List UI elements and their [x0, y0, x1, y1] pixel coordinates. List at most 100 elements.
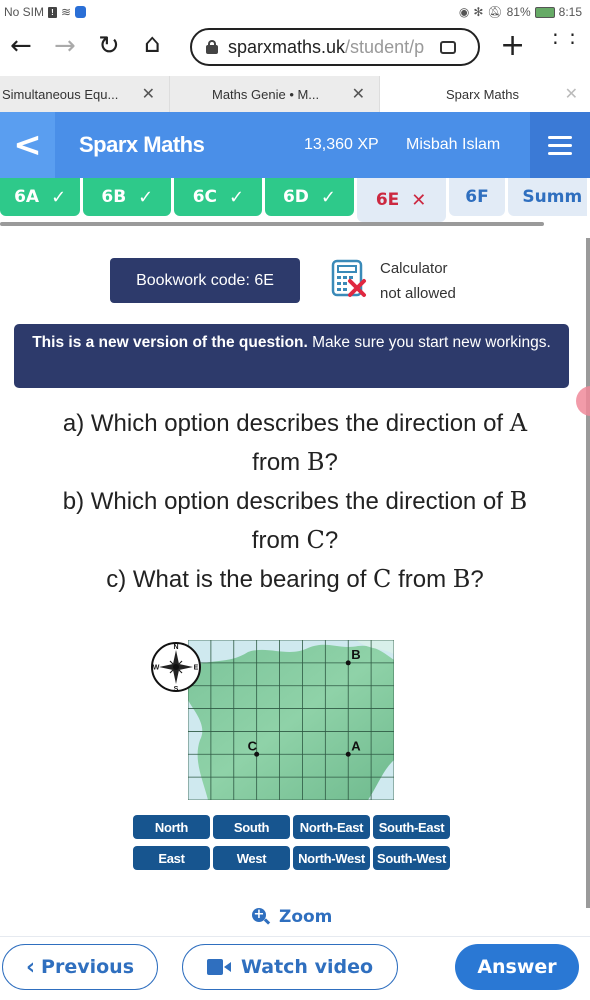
- variable: C: [306, 526, 325, 554]
- tab-label: Summ: [522, 187, 583, 207]
- check-icon: ✓: [320, 186, 337, 208]
- hd-icon: [75, 6, 87, 18]
- option-south-west[interactable]: South-West: [373, 846, 450, 870]
- browser-tab-strip: Simultaneous Equ... ✕ Maths Genie • M...…: [0, 76, 590, 112]
- close-tab-icon[interactable]: ✕: [142, 84, 155, 104]
- tab-switcher-icon[interactable]: [440, 41, 456, 54]
- browser-tab-label: Sparx Maths: [446, 86, 519, 102]
- new-tab-icon[interactable]: +: [500, 28, 525, 63]
- compass-s: S: [174, 686, 179, 693]
- variable: B: [452, 565, 471, 593]
- status-bar: No SIM ! ≋ ◉ ✻ 🔕︎ 81% 8:15: [0, 0, 590, 24]
- map-point-label-a: A: [351, 738, 361, 753]
- question-part-b: b) Which option describes the direction …: [0, 482, 590, 521]
- map-point-a: [345, 751, 351, 757]
- map-point-label-b: B: [351, 647, 360, 662]
- mute-icon: 🔕︎: [487, 5, 503, 19]
- map-point-label-c: C: [248, 738, 258, 753]
- option-south-east[interactable]: South-East: [373, 815, 450, 839]
- notice-bold-text: This is a new version of the question.: [32, 334, 308, 351]
- tab-label: 6E: [375, 190, 400, 210]
- tab-6d[interactable]: 6D ✓: [265, 178, 354, 216]
- variable: B: [509, 487, 528, 515]
- url-path: /student/p: [345, 36, 425, 57]
- previous-label: Previous: [41, 956, 135, 978]
- tab-6a[interactable]: 6A ✓: [0, 178, 81, 216]
- forward-arrow-icon[interactable]: →: [54, 31, 76, 61]
- compass-e: E: [194, 665, 199, 672]
- tab-label: 6B: [101, 187, 127, 207]
- tab-6f[interactable]: 6F: [448, 178, 506, 216]
- option-north-west[interactable]: North-West: [293, 846, 370, 870]
- zoom-in-icon: +: [252, 908, 270, 926]
- question-text-segment: from: [252, 449, 307, 476]
- calculator-allowed-status: not allowed: [380, 285, 456, 302]
- calculator-not-allowed-icon: [331, 259, 366, 297]
- sim-alert-icon: !: [48, 6, 58, 18]
- wifi-icon: ≋: [61, 5, 72, 19]
- footer-divider: [0, 936, 590, 937]
- compass-n: N: [173, 644, 178, 651]
- compass-rose-icon: N S W E: [151, 642, 201, 693]
- question-text-segment: from: [251, 527, 307, 554]
- notice-text: Make sure you start new workings.: [307, 334, 551, 351]
- tab-label: 6D: [282, 187, 309, 207]
- address-bar[interactable]: sparxmaths.uk/student/p: [190, 28, 480, 66]
- calculator-status: Calculator not allowed: [380, 256, 456, 306]
- home-icon[interactable]: ⌂: [144, 29, 161, 59]
- close-tab-icon[interactable]: ✕: [565, 84, 578, 104]
- hamburger-menu-button[interactable]: [530, 112, 590, 178]
- tab-6e[interactable]: 6E ✕: [356, 178, 446, 222]
- watch-video-label: Watch video: [240, 956, 374, 978]
- more-menu-icon[interactable]: : :: [552, 27, 578, 47]
- variable: A: [509, 409, 528, 437]
- tab-6c[interactable]: 6C ✓: [174, 178, 263, 216]
- xp-counter: 13,360 XP: [304, 136, 379, 153]
- question-part-a: a) Which option describes the direction …: [0, 404, 590, 443]
- map-point-b: [345, 660, 351, 666]
- back-arrow-icon[interactable]: ←: [10, 31, 32, 61]
- question-text-segment: from: [391, 566, 453, 593]
- variable: B: [306, 448, 325, 476]
- video-camera-icon: [206, 959, 231, 975]
- browser-tab-active[interactable]: Sparx Maths ✕: [380, 76, 590, 112]
- question-text-segment: ?: [324, 527, 339, 554]
- carrier-text: No SIM: [4, 5, 45, 19]
- variable: C: [373, 565, 392, 593]
- answer-button[interactable]: Answer: [455, 944, 579, 990]
- reload-icon[interactable]: ↻: [98, 31, 120, 61]
- option-east[interactable]: East: [133, 846, 210, 870]
- browser-tab[interactable]: Simultaneous Equ... ✕: [0, 76, 170, 112]
- tab-label: 6C: [192, 187, 218, 207]
- watch-video-button[interactable]: Watch video: [182, 944, 398, 990]
- browser-tab-label: Maths Genie • M...: [212, 86, 320, 102]
- chevron-left-icon: <: [13, 125, 42, 165]
- grid-map: B C A: [188, 640, 394, 800]
- option-north[interactable]: North: [133, 815, 210, 839]
- browser-toolbar: ← → ↻ ⌂ sparxmaths.uk/student/p + : :: [0, 24, 590, 76]
- cross-icon: ✕: [411, 189, 427, 211]
- answer-options: North South North-East South-East East W…: [133, 815, 450, 870]
- question-part-c: c) What is the bearing of C from B?: [0, 560, 590, 599]
- option-north-east[interactable]: North-East: [293, 815, 370, 839]
- tab-6b[interactable]: 6B ✓: [83, 178, 172, 216]
- close-tab-icon[interactable]: ✕: [352, 84, 365, 104]
- zoom-button[interactable]: + Zoom: [252, 907, 332, 927]
- back-button[interactable]: <: [0, 112, 55, 178]
- user-name[interactable]: Misbah Islam: [406, 136, 500, 154]
- question-text-segment: c) What is the bearing of: [106, 566, 374, 593]
- horizontal-scrollbar[interactable]: [0, 222, 544, 226]
- previous-button[interactable]: ‹ Previous: [2, 944, 158, 990]
- chevron-left-icon: ‹: [25, 954, 36, 980]
- option-south[interactable]: South: [213, 815, 290, 839]
- eye-icon: ◉: [458, 5, 470, 19]
- question-text-segment: ?: [470, 566, 484, 593]
- tab-summary[interactable]: Summ: [508, 178, 587, 216]
- question-part-a-cont: from B?: [0, 443, 590, 482]
- brand-title: Sparx Maths: [79, 132, 205, 157]
- check-icon: ✓: [138, 186, 154, 208]
- option-west[interactable]: West: [213, 846, 290, 870]
- tab-label: 6F: [465, 187, 489, 207]
- bluetooth-icon: ✻: [473, 5, 484, 19]
- browser-tab[interactable]: Maths Genie • M... ✕: [170, 76, 380, 112]
